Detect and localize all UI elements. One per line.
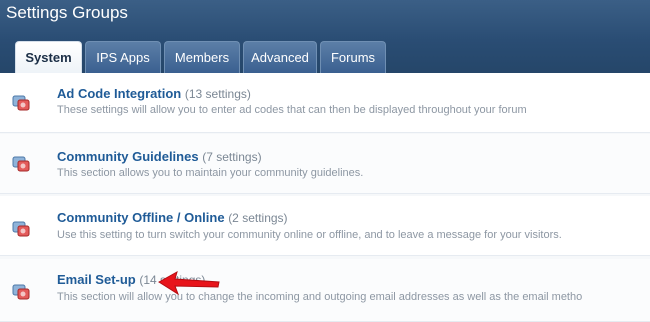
settings-group-icon (12, 221, 30, 237)
settings-group-name[interactable]: Community Offline / Online (57, 210, 225, 225)
settings-count: (7 settings) (202, 150, 262, 164)
tab-system[interactable]: System (15, 41, 82, 73)
tab-ips-apps[interactable]: IPS Apps (85, 41, 161, 73)
red-arrow-icon (158, 270, 220, 296)
settings-group-row[interactable]: Community Guidelines (7 settings) This s… (0, 134, 650, 194)
page-title: Settings Groups (6, 3, 128, 22)
settings-group-title[interactable]: Ad Code Integration (13 settings) (57, 86, 251, 101)
settings-group-title[interactable]: Community Offline / Online (2 settings) (57, 210, 288, 225)
settings-group-icon (12, 156, 30, 172)
settings-group-description: These settings will allow you to enter a… (57, 104, 527, 116)
settings-group-icon (12, 95, 30, 111)
settings-groups-list: Ad Code Integration (13 settings) These … (0, 73, 650, 322)
settings-count: (2 settings) (228, 211, 288, 225)
settings-group-row[interactable]: Community Offline / Online (2 settings) … (0, 196, 650, 256)
settings-count: (13 settings) (184, 87, 251, 101)
settings-group-row[interactable]: Ad Code Integration (13 settings) These … (0, 73, 650, 133)
settings-group-description: This section will allow you to change th… (57, 291, 583, 303)
settings-group-row[interactable]: Email Set-up (14 settings) This section … (0, 259, 650, 322)
settings-group-name[interactable]: Email Set-up (57, 272, 136, 287)
settings-group-name[interactable]: Community Guidelines (57, 149, 199, 164)
settings-group-icon (12, 284, 30, 300)
tab-advanced[interactable]: Advanced (243, 41, 317, 73)
settings-group-description: This section allows you to maintain your… (57, 167, 364, 179)
settings-group-description: Use this setting to turn switch your com… (57, 229, 562, 241)
settings-group-name[interactable]: Ad Code Integration (57, 86, 181, 101)
tab-forums[interactable]: Forums (320, 41, 386, 73)
tab-members[interactable]: Members (164, 41, 240, 73)
settings-group-title[interactable]: Community Guidelines (7 settings) (57, 149, 262, 164)
settings-header: Settings Groups System IPS Apps Members … (0, 0, 650, 73)
